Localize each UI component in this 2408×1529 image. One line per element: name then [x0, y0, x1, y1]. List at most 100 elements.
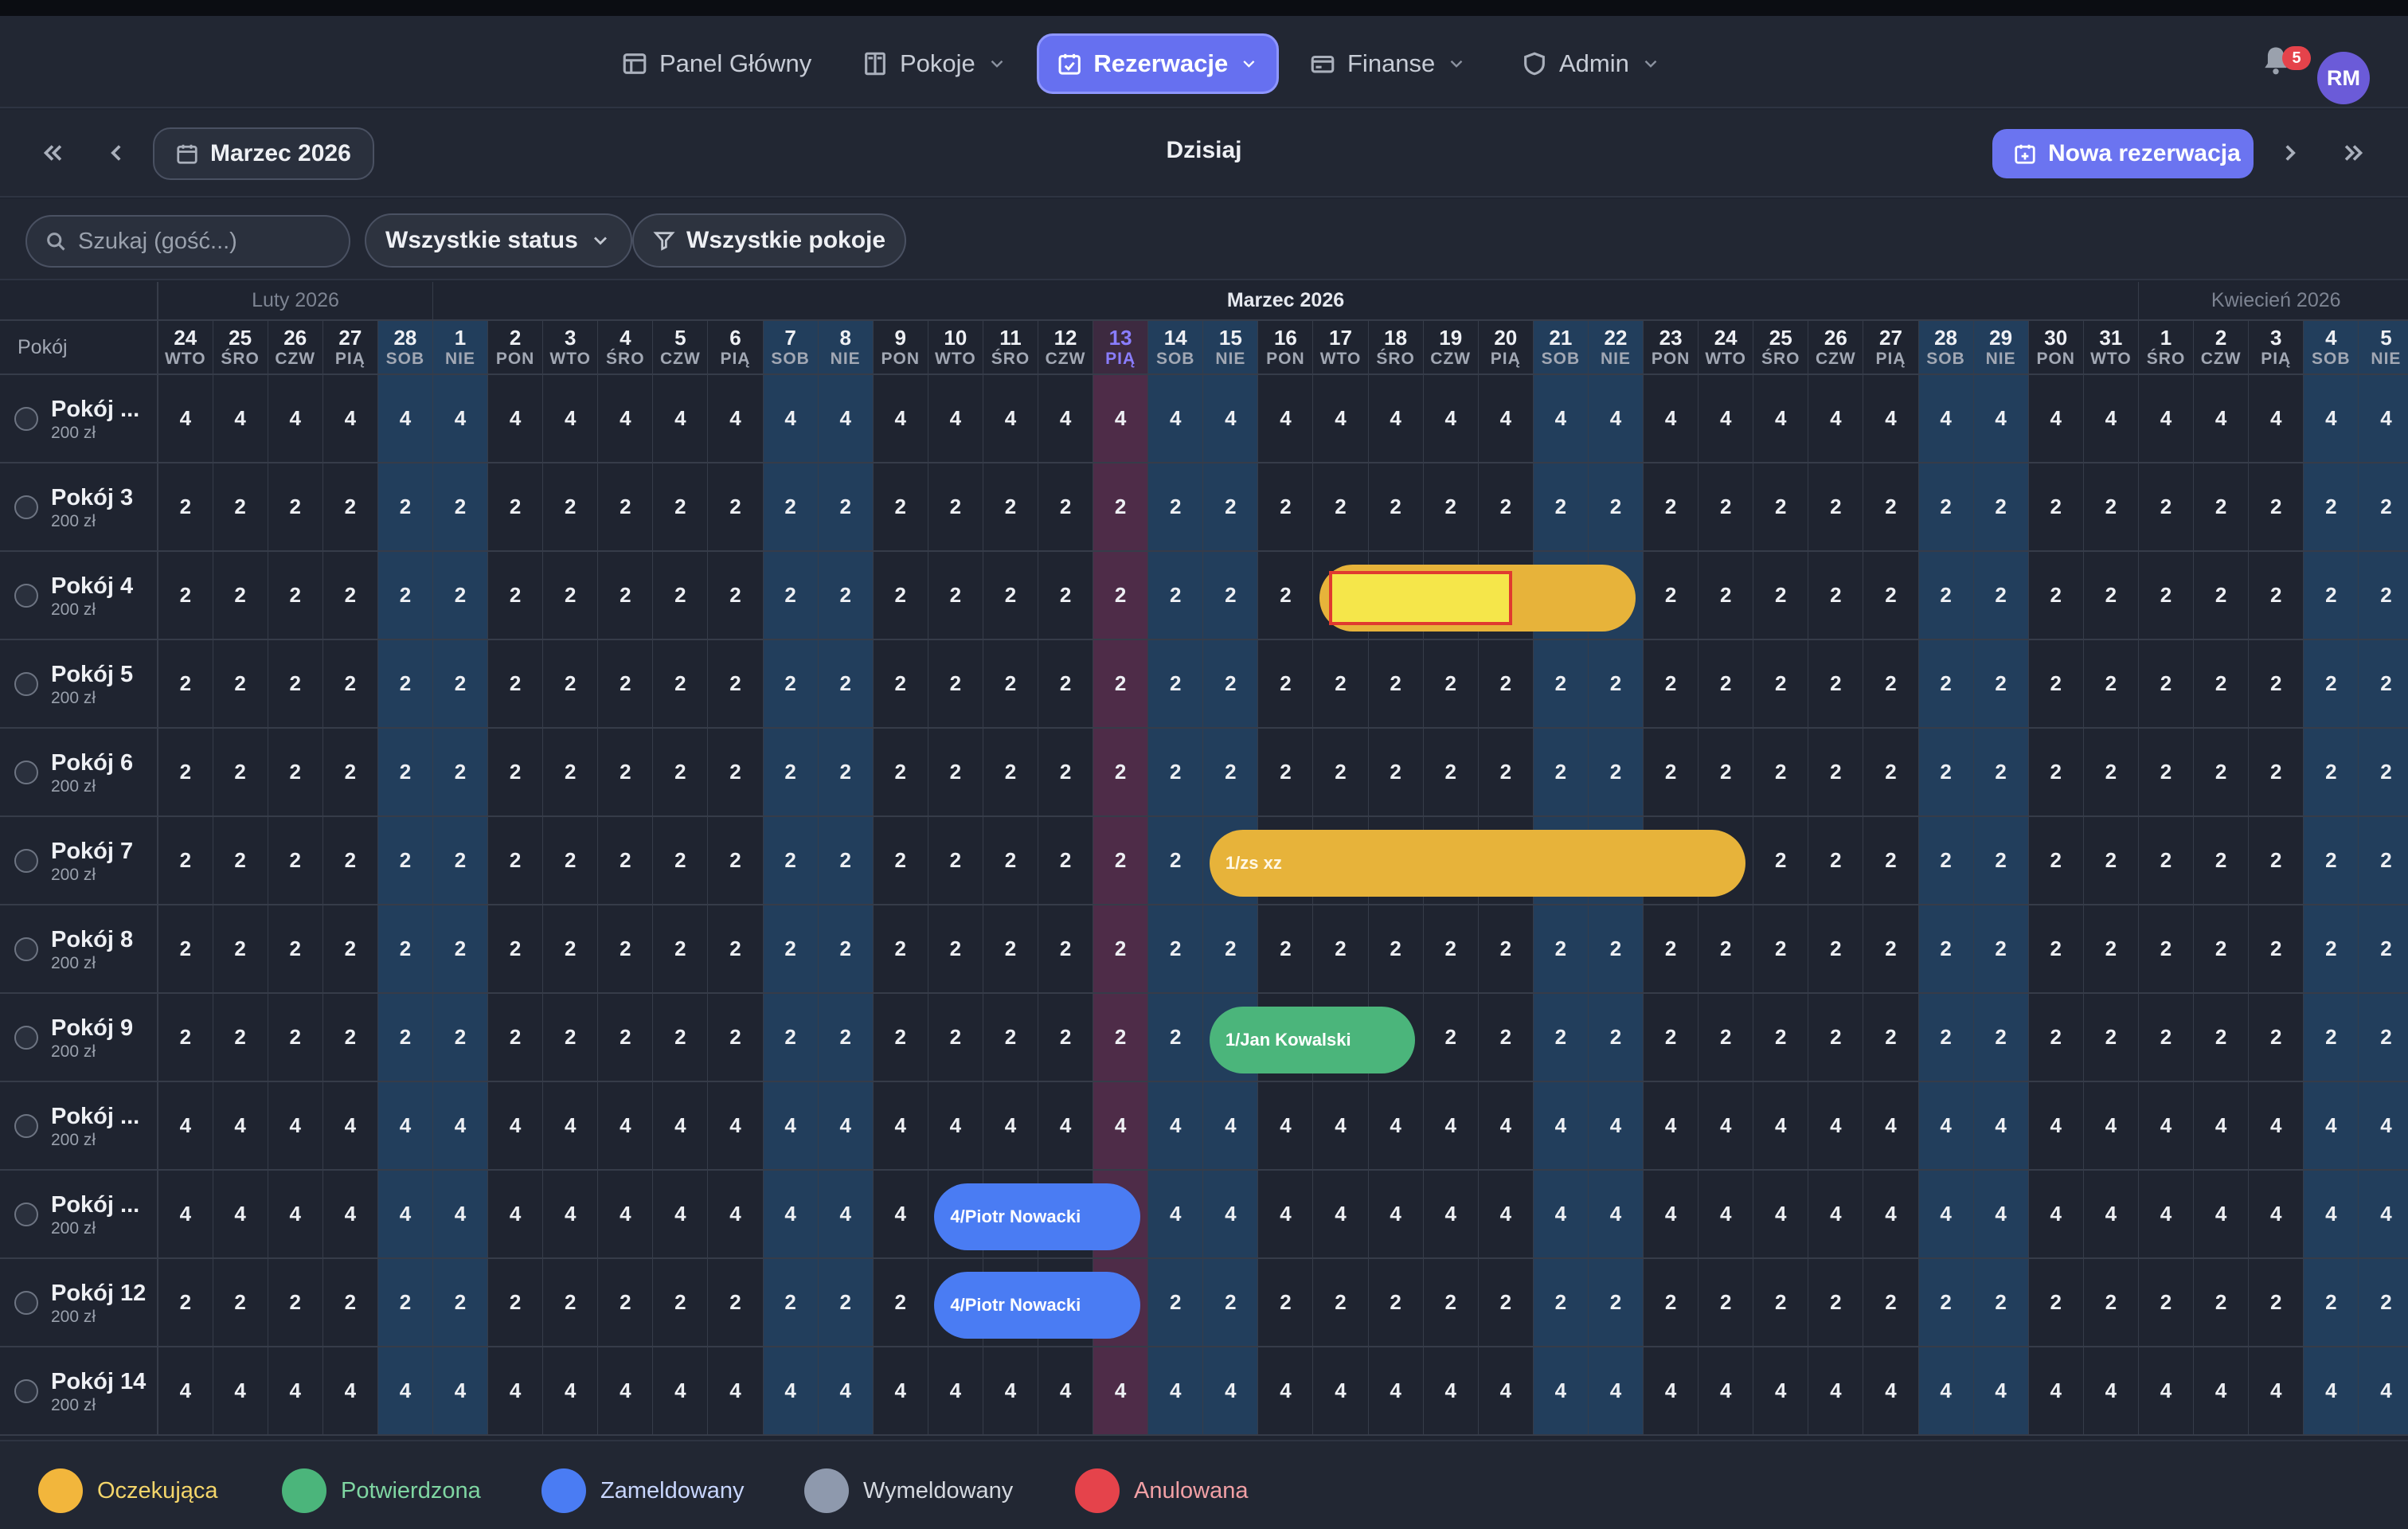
availability-cell[interactable]: 2 [2028, 816, 2084, 905]
availability-cell[interactable]: 2 [1643, 463, 1699, 552]
availability-cell[interactable]: 2 [597, 551, 654, 640]
availability-cell[interactable]: 2 [1918, 639, 1974, 729]
availability-cell[interactable]: 2 [1312, 1258, 1369, 1347]
availability-cell[interactable]: 4 [928, 1081, 983, 1171]
availability-cell[interactable]: 2 [818, 551, 874, 640]
availability-cell[interactable]: 4 [1643, 374, 1699, 463]
availability-cell[interactable]: 4 [1808, 374, 1864, 463]
availability-cell[interactable]: 4 [2193, 1347, 2250, 1436]
availability-cell[interactable]: 2 [873, 551, 928, 640]
availability-cell[interactable]: 2 [818, 728, 874, 817]
availability-cell[interactable]: 2 [268, 639, 323, 729]
availability-cell[interactable]: 2 [2028, 639, 2084, 729]
availability-cell[interactable]: 2 [763, 816, 819, 905]
availability-cell[interactable]: 4 [1533, 374, 1589, 463]
availability-cell[interactable]: 4 [1808, 1170, 1864, 1259]
availability-cell[interactable]: 4 [928, 1347, 983, 1436]
search-input[interactable] [78, 228, 333, 255]
availability-cell[interactable]: 2 [2193, 1258, 2250, 1347]
availability-cell[interactable]: 4 [1918, 1170, 1974, 1259]
availability-cell[interactable]: 2 [597, 1258, 654, 1347]
availability-cell[interactable]: 4 [432, 1347, 489, 1436]
availability-cell[interactable]: 2 [1312, 728, 1369, 817]
today-button[interactable]: Dzisiaj [1147, 137, 1261, 164]
availability-cell[interactable]: 4 [1533, 1081, 1589, 1171]
availability-cell[interactable]: 2 [1038, 639, 1094, 729]
availability-cell[interactable]: 2 [928, 905, 983, 994]
availability-cell[interactable]: 2 [1093, 551, 1149, 640]
availability-cell[interactable]: 2 [322, 463, 378, 552]
availability-cell[interactable]: 4 [2193, 374, 2250, 463]
availability-cell[interactable]: 4 [2248, 1081, 2304, 1171]
availability-cell[interactable]: 2 [1863, 905, 1919, 994]
availability-cell[interactable]: 2 [2193, 816, 2250, 905]
availability-cell[interactable]: 2 [213, 816, 268, 905]
availability-cell[interactable]: 2 [542, 728, 599, 817]
availability-cell[interactable]: 2 [1202, 905, 1259, 994]
availability-cell[interactable]: 4 [1808, 1347, 1864, 1436]
availability-cell[interactable]: 4 [1368, 1081, 1424, 1171]
availability-cell[interactable]: 4 [1257, 1347, 1314, 1436]
availability-cell[interactable]: 4 [652, 1347, 709, 1436]
room-checkbox[interactable] [14, 583, 38, 608]
availability-cell[interactable]: 2 [2193, 639, 2250, 729]
availability-cell[interactable]: 4 [158, 1170, 213, 1259]
availability-cell[interactable]: 2 [542, 993, 599, 1082]
reservation-bar[interactable]: 4/Piotr Nowacki [934, 1183, 1140, 1250]
availability-cell[interactable]: 2 [268, 816, 323, 905]
availability-cell[interactable]: 4 [158, 1347, 213, 1436]
availability-cell[interactable]: 4 [2193, 1081, 2250, 1171]
reservation-bar[interactable] [1319, 565, 1636, 632]
availability-cell[interactable]: 4 [1588, 374, 1644, 463]
availability-cell[interactable]: 4 [1093, 374, 1149, 463]
availability-cell[interactable]: 2 [1038, 993, 1094, 1082]
availability-cell[interactable]: 2 [1368, 905, 1424, 994]
availability-cell[interactable]: 2 [1423, 1258, 1479, 1347]
availability-cell[interactable]: 4 [158, 374, 213, 463]
availability-cell[interactable]: 4 [763, 1081, 819, 1171]
availability-cell[interactable]: 2 [983, 816, 1039, 905]
availability-cell[interactable]: 2 [2303, 551, 2359, 640]
availability-cell[interactable]: 2 [1533, 1258, 1589, 1347]
availability-cell[interactable]: 4 [763, 1170, 819, 1259]
availability-cell[interactable]: 4 [1368, 1347, 1424, 1436]
availability-cell[interactable]: 2 [1753, 905, 1809, 994]
availability-cell[interactable]: 4 [1643, 1170, 1699, 1259]
availability-cell[interactable]: 4 [1423, 1347, 1479, 1436]
availability-cell[interactable]: 2 [1423, 639, 1479, 729]
availability-cell[interactable]: 2 [2028, 728, 2084, 817]
availability-cell[interactable]: 2 [2358, 551, 2408, 640]
availability-cell[interactable]: 4 [1202, 1081, 1259, 1171]
availability-cell[interactable]: 2 [158, 993, 213, 1082]
availability-cell[interactable]: 4 [1973, 1170, 2029, 1259]
room-checkbox[interactable] [14, 1113, 38, 1138]
availability-cell[interactable]: 2 [1257, 905, 1314, 994]
availability-cell[interactable]: 2 [487, 905, 544, 994]
availability-cell[interactable]: 2 [377, 993, 433, 1082]
availability-cell[interactable]: 2 [322, 639, 378, 729]
availability-cell[interactable]: 4 [1257, 1081, 1314, 1171]
availability-cell[interactable]: 4 [1312, 374, 1369, 463]
availability-cell[interactable]: 2 [763, 728, 819, 817]
availability-cell[interactable]: 2 [542, 816, 599, 905]
availability-cell[interactable]: 4 [2028, 1347, 2084, 1436]
availability-cell[interactable]: 2 [1808, 905, 1864, 994]
reservation-bar[interactable]: 4/Piotr Nowacki [934, 1272, 1140, 1339]
availability-cell[interactable]: 2 [1808, 993, 1864, 1082]
nav-panel-glowny[interactable]: Panel Główny [604, 33, 829, 94]
availability-cell[interactable]: 2 [1918, 551, 1974, 640]
availability-cell[interactable]: 2 [597, 993, 654, 1082]
availability-cell[interactable]: 2 [2193, 463, 2250, 552]
availability-cell[interactable]: 2 [873, 639, 928, 729]
availability-cell[interactable]: 4 [1698, 374, 1754, 463]
availability-cell[interactable]: 2 [818, 639, 874, 729]
availability-cell[interactable]: 4 [487, 1347, 544, 1436]
availability-cell[interactable]: 2 [1202, 639, 1259, 729]
availability-cell[interactable]: 2 [2028, 463, 2084, 552]
availability-cell[interactable]: 4 [1753, 374, 1809, 463]
room-checkbox[interactable] [14, 1378, 38, 1403]
availability-cell[interactable]: 2 [1478, 728, 1534, 817]
availability-cell[interactable]: 4 [1038, 1347, 1094, 1436]
availability-cell[interactable]: 4 [983, 1081, 1039, 1171]
availability-cell[interactable]: 2 [1698, 463, 1754, 552]
